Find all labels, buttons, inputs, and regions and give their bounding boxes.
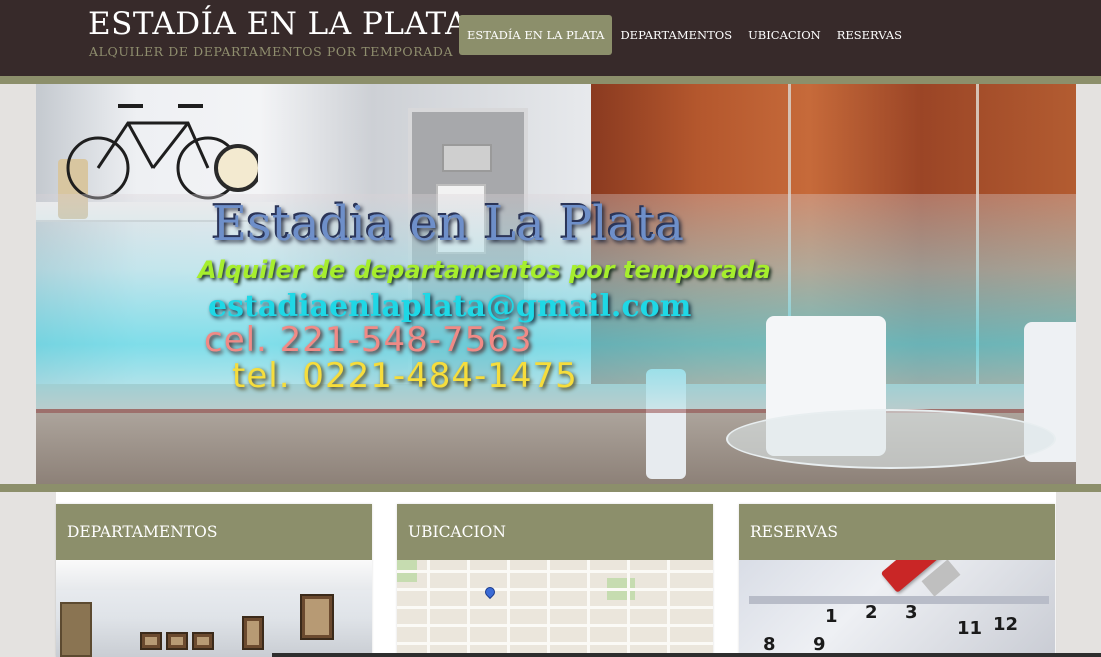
card-title[interactable]: DEPARTAMENTOS [56, 504, 372, 560]
calendar-day: 1 [825, 606, 838, 627]
calendar-day: 8 [763, 634, 776, 655]
map-road [427, 560, 430, 657]
site-title[interactable]: ESTADÍA EN LA PLATA [88, 6, 468, 42]
calendar-with-pencil[interactable]: 1 2 3 11 12 8 9 [739, 560, 1055, 657]
room-door [60, 602, 92, 657]
street-map[interactable] [397, 560, 713, 657]
calendar-day: 2 [865, 602, 878, 623]
card-departamentos[interactable]: DEPARTAMENTOS [56, 504, 372, 657]
banner-tel-phone: tel. 0221-484-1475 [232, 356, 578, 396]
content-divider [0, 484, 1101, 492]
hero-banner: Estadia en La Plata Alquiler de departam… [36, 84, 1076, 484]
horizontal-scrollbar[interactable] [272, 653, 1101, 657]
tandem-bicycle-icon [66, 104, 258, 200]
map-road [627, 560, 630, 657]
card-ubicacion[interactable]: UBICACION [397, 504, 713, 657]
nav-item-estadia[interactable]: ESTADÍA EN LA PLATA [459, 15, 613, 55]
nav-item-ubicacion[interactable]: UBICACION [740, 15, 829, 55]
map-road [587, 560, 590, 657]
apartment-photo[interactable] [56, 560, 372, 657]
map-road [397, 624, 713, 627]
calendar-day: 9 [813, 634, 826, 655]
calendar-day: 3 [905, 602, 918, 623]
banner-email: estadiaenlaplata@gmail.com [208, 289, 692, 324]
card-reservas[interactable]: RESERVAS 1 2 3 11 12 8 9 [739, 504, 1055, 657]
banner-title: Estadia en La Plata [212, 196, 685, 252]
map-road [667, 560, 670, 657]
card-title[interactable]: RESERVAS [739, 504, 1055, 560]
picture-frame [140, 632, 162, 650]
picture-frame [166, 632, 188, 650]
banner-glass-table [726, 409, 1056, 469]
map-road [397, 642, 713, 645]
room-ceiling [56, 560, 372, 590]
banner-subtitle: Alquiler de departamentos por temporada [198, 256, 771, 284]
site-header: ESTADÍA EN LA PLATA ALQUILER DE DEPARTAM… [0, 0, 1101, 76]
picture-frame [300, 594, 334, 640]
picture-frame [192, 632, 214, 650]
nav-item-departamentos[interactable]: DEPARTAMENTOS [612, 15, 740, 55]
map-road [397, 606, 713, 609]
nav-item-reservas[interactable]: RESERVAS [829, 15, 910, 55]
map-road [507, 560, 510, 657]
calendar-day: 11 [957, 618, 983, 639]
map-road [547, 560, 550, 657]
header-divider [0, 76, 1101, 84]
calendar-weekday-row [749, 596, 1049, 604]
map-road [467, 560, 470, 657]
map-road [397, 570, 713, 573]
site-tagline: ALQUILER DE DEPARTAMENTOS POR TEMPORADA [89, 44, 454, 59]
card-title[interactable]: UBICACION [397, 504, 713, 560]
main-nav: ESTADÍA EN LA PLATA DEPARTAMENTOS UBICAC… [459, 15, 910, 55]
map-road [397, 588, 713, 591]
calendar-day: 12 [993, 614, 1019, 635]
picture-frame [242, 616, 264, 650]
banner-microwave [442, 144, 492, 172]
banner-cel-phone: cel. 221-548-7563 [204, 320, 533, 360]
